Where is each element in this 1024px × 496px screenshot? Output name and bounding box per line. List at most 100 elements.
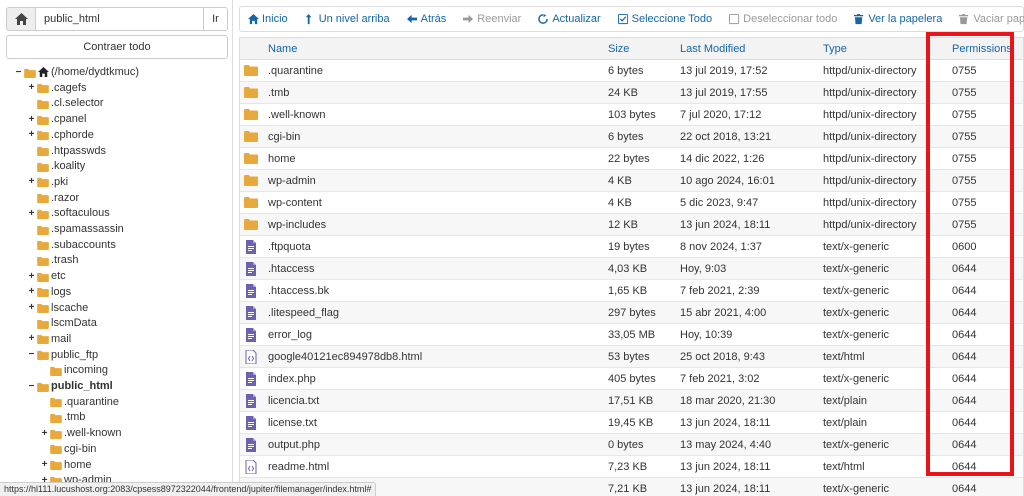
tree-item[interactable]: + home <box>40 457 92 473</box>
go-button[interactable]: Ir <box>204 7 228 31</box>
collapse-icon[interactable]: − <box>14 67 23 78</box>
file-permissions: 0755 <box>952 65 977 77</box>
folder-icon-wrap <box>244 64 258 78</box>
table-row[interactable]: wp-content 4 KB 5 dic 2023, 9:47 httpd/unix… <box>240 192 1023 214</box>
expand-icon[interactable]: + <box>27 286 36 297</box>
tree-item[interactable]: .subaccounts <box>27 237 116 253</box>
table-row[interactable]: home 22 bytes 14 dic 2022, 1:26 httpd/unix-… <box>240 148 1023 170</box>
table-row[interactable]: google40121ec894978db8.html 53 bytes 25 oc… <box>240 346 1023 368</box>
tree-item[interactable]: cgi-bin <box>40 441 96 457</box>
toolbar-button-label: Ver la papelera <box>868 13 943 25</box>
toolbar-button[interactable]: Ver la papelera <box>854 13 942 25</box>
tree-item-label: .tmb <box>64 411 86 424</box>
table-row[interactable]: .tmb 24 KB 13 jul 2019, 17:55 httpd/unix-di… <box>240 82 1023 104</box>
expand-icon[interactable]: + <box>27 176 36 187</box>
tree-item[interactable]: + .cphorde <box>27 127 94 143</box>
expand-icon[interactable]: + <box>27 333 36 344</box>
tree-item[interactable]: − public_html <box>27 378 113 394</box>
table-row[interactable]: cgi-bin 6 bytes 22 oct 2018, 13:21 httpd/un… <box>240 126 1023 148</box>
toolbar-button[interactable]: Inicio <box>248 13 288 25</box>
tree-item[interactable]: .razor <box>27 190 79 206</box>
file-type: httpd/unix-directory <box>823 131 917 143</box>
tree-item[interactable]: .trash <box>27 252 79 268</box>
tree-item[interactable]: .koality <box>27 158 85 174</box>
table-row[interactable]: license.txt 19,45 KB 13 jun 2024, 18:11 tex… <box>240 412 1023 434</box>
toolbar-button[interactable]: Reenviar <box>463 13 521 25</box>
file-type: text/x-generic <box>823 439 890 451</box>
tree-item[interactable]: lscmData <box>27 315 97 331</box>
col-modified-header[interactable]: Last Modified <box>680 43 745 55</box>
path-input[interactable] <box>36 7 204 31</box>
table-row[interactable]: readme.html 7,23 KB 13 jun 2024, 18:11 text… <box>240 456 1023 478</box>
tree-item[interactable]: − public_ftp <box>27 347 99 363</box>
toolbar-button[interactable]: Deseleccionar todo <box>729 13 837 25</box>
file-modified: 15 abr 2021, 4:00 <box>680 307 767 319</box>
expand-icon[interactable]: + <box>40 428 49 439</box>
file-permissions: 0755 <box>952 197 977 209</box>
collapse-icon[interactable]: − <box>27 349 36 360</box>
tree-item[interactable]: − (/home/dydtkmuc) <box>14 64 139 80</box>
tree-item[interactable]: .cl.selector <box>27 95 104 111</box>
col-size-header[interactable]: Size <box>608 43 629 55</box>
file-type: httpd/unix-directory <box>823 197 917 209</box>
expand-icon[interactable]: + <box>27 302 36 313</box>
table-row[interactable]: .ftpquota 19 bytes 8 nov 2024, 1:37 text/x-… <box>240 236 1023 258</box>
expand-icon[interactable]: + <box>27 129 36 140</box>
expand-icon[interactable]: + <box>27 271 36 282</box>
folder-icon-wrap <box>244 152 258 166</box>
tree-item[interactable]: + .cagefs <box>27 80 87 96</box>
tree-item[interactable]: + etc <box>27 268 66 284</box>
expand-icon[interactable]: + <box>27 114 36 125</box>
folder-icon <box>37 162 49 172</box>
table-row[interactable]: wp-includes 12 KB 13 jun 2024, 18:11 httpd/… <box>240 214 1023 236</box>
toolbar-button[interactable]: Un nivel arriba <box>305 13 390 25</box>
file-name: .htaccess <box>268 263 315 275</box>
table-row[interactable]: .htaccess 4,03 KB Hoy, 9:03 text/x-generic 0… <box>240 258 1023 280</box>
table-row[interactable]: output.php 0 bytes 13 may 2024, 4:40 text/x… <box>240 434 1023 456</box>
table-row[interactable]: .well-known 103 bytes 7 jul 2020, 17:12 htt… <box>240 104 1023 126</box>
table-row[interactable]: index.php 405 bytes 7 feb 2021, 3:02 text/x… <box>240 368 1023 390</box>
expand-icon[interactable]: + <box>40 459 49 470</box>
folder-icon <box>37 146 49 156</box>
file-name: readme.html <box>268 461 330 473</box>
tree-item[interactable]: + mail <box>27 331 72 347</box>
tree-item[interactable]: .spamassassin <box>27 221 124 237</box>
toolbar-button[interactable]: Actualizar <box>538 13 601 25</box>
home-path-button[interactable] <box>6 7 36 31</box>
collapse-all-button[interactable]: Contraer todo <box>6 35 228 59</box>
collapse-icon[interactable]: − <box>27 381 36 392</box>
toolbar-button-label: Deseleccionar todo <box>743 13 838 25</box>
tree-item[interactable]: + .cpanel <box>27 111 87 127</box>
file-permissions: 0644 <box>952 483 977 495</box>
tree-item[interactable]: + lscache <box>27 300 89 316</box>
tree-item[interactable]: + .softaculous <box>27 205 110 221</box>
code-icon-wrap <box>244 349 258 365</box>
tree-item[interactable]: .quarantine <box>40 394 119 410</box>
folder-icon-wrap <box>37 303 49 313</box>
tree-item[interactable]: + .pki <box>27 174 69 190</box>
col-name-header[interactable]: Name <box>268 43 297 55</box>
tree-item-label: logs <box>51 285 72 298</box>
table-row[interactable]: licencia.txt 17,51 KB 18 mar 2020, 21:30 te… <box>240 390 1023 412</box>
tree-item[interactable]: + .well-known <box>40 425 122 441</box>
expand-icon[interactable]: + <box>27 82 36 93</box>
toolbar-button[interactable]: Vaciar papelera <box>959 13 1024 25</box>
folder-icon-wrap <box>37 209 49 219</box>
tree-item[interactable]: .htpasswds <box>27 143 106 159</box>
table-row[interactable]: wp-admin 4 KB 10 ago 2024, 16:01 httpd/unix… <box>240 170 1023 192</box>
expand-icon[interactable]: + <box>27 208 36 219</box>
table-row[interactable]: .quarantine 6 bytes 13 jul 2019, 17:52 http… <box>240 60 1023 82</box>
table-row[interactable]: .htaccess.bk 1,65 KB 7 feb 2021, 2:39 text/… <box>240 280 1023 302</box>
col-permissions-header[interactable]: Permissions <box>952 43 1012 55</box>
tree-item[interactable]: incoming <box>40 362 108 378</box>
tree-item[interactable]: .tmb <box>40 409 85 425</box>
table-row[interactable]: .litespeed_flag 297 bytes 15 abr 2021, 4:0… <box>240 302 1023 324</box>
toolbar-button[interactable]: Atrás <box>406 13 446 25</box>
tree-item[interactable]: + logs <box>27 284 72 300</box>
col-type-header[interactable]: Type <box>823 43 847 55</box>
file-modified: 8 nov 2024, 1:37 <box>680 241 762 253</box>
table-row[interactable]: error_log 33,05 MB Hoy, 10:39 text/x-generi… <box>240 324 1023 346</box>
file-name: .htaccess.bk <box>268 285 330 297</box>
toolbar-button-label: Reenviar <box>477 13 522 25</box>
toolbar-button[interactable]: Seleccione Todo <box>617 13 712 25</box>
